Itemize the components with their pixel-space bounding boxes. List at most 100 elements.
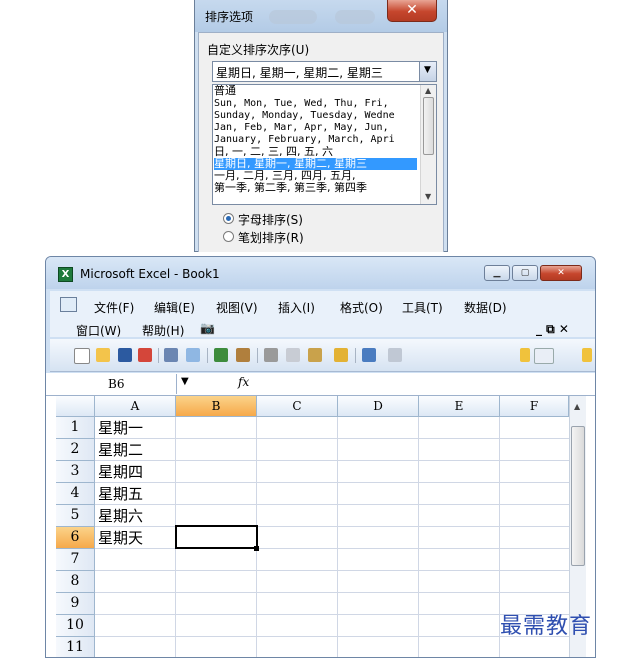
cell-a2[interactable]: 星期二	[98, 439, 143, 461]
dialog-title: 排序选项	[205, 10, 254, 24]
list-item[interactable]: 一月, 二月, 三月, 四月, 五月,	[214, 170, 417, 182]
column-header-e[interactable]: E	[419, 396, 500, 417]
gridline	[95, 570, 569, 571]
row-header[interactable]: 3	[56, 461, 95, 483]
copy-icon[interactable]	[286, 348, 300, 362]
list-item[interactable]: January, February, March, Apri	[214, 134, 417, 146]
permission-icon[interactable]	[138, 348, 152, 362]
dialog-titlebar[interactable]: 排序选项 ✕	[195, 0, 447, 32]
list-item-selected[interactable]: 星期日, 星期一, 星期二, 星期三	[214, 158, 417, 170]
row-header[interactable]: 9	[56, 593, 95, 615]
row-header[interactable]: 2	[56, 439, 95, 461]
align-center-icon[interactable]	[534, 348, 554, 364]
print-icon[interactable]	[164, 348, 178, 362]
document-window-controls[interactable]: _ ⧉ ✕	[536, 322, 569, 337]
toolbar-separator	[207, 348, 208, 363]
cell-a1[interactable]: 星期一	[98, 417, 143, 439]
redo-icon[interactable]	[388, 348, 402, 362]
format-painter-icon[interactable]	[334, 348, 348, 362]
row-header-active[interactable]: 6	[56, 527, 95, 549]
menu-insert[interactable]: 插入(I)	[278, 299, 315, 316]
list-item[interactable]: Jan, Feb, Mar, Apr, May, Jun,	[214, 122, 417, 134]
custom-lists-listbox[interactable]: 普通 Sun, Mon, Tue, Wed, Thu, Fri, Sunday,…	[212, 84, 437, 205]
row-header[interactable]: 11	[56, 637, 95, 657]
insert-function-icon[interactable]: fx	[238, 375, 249, 389]
maximize-button[interactable]: ▢	[512, 265, 538, 281]
column-header-d[interactable]: D	[338, 396, 419, 417]
gridline	[418, 417, 419, 657]
minimize-button[interactable]: ▁	[484, 265, 510, 281]
custom-order-label: 自定义排序次序(U)	[207, 43, 310, 57]
custom-order-combobox[interactable]: 星期日, 星期一, 星期二, 星期三 ▼	[212, 61, 437, 82]
list-item[interactable]: Sun, Mon, Tue, Wed, Thu, Fri,	[214, 98, 417, 110]
list-item[interactable]: 日, 一, 二, 三, 四, 五, 六	[214, 146, 417, 158]
column-header-c[interactable]: C	[257, 396, 338, 417]
chevron-down-icon: ▼	[424, 65, 431, 75]
blurred-region	[269, 10, 317, 24]
column-header-f[interactable]: F	[500, 396, 569, 417]
cell-a6[interactable]: 星期天	[98, 527, 143, 549]
menu-window[interactable]: 窗口(W)	[76, 322, 121, 339]
paste-icon[interactable]	[308, 348, 322, 362]
row-header[interactable]: 7	[56, 549, 95, 571]
menu-data[interactable]: 数据(D)	[464, 299, 507, 316]
row-header[interactable]: 5	[56, 505, 95, 527]
list-item[interactable]: 普通	[214, 85, 417, 97]
watermark-text: 最需教育	[500, 614, 593, 639]
active-cell-b6[interactable]	[175, 525, 258, 549]
new-icon[interactable]	[74, 348, 90, 364]
open-icon[interactable]	[96, 348, 110, 362]
scroll-up-icon[interactable]: ▲	[425, 86, 431, 95]
list-item[interactable]: Sunday, Monday, Tuesday, Wedne	[214, 110, 417, 122]
undo-icon[interactable]	[362, 348, 376, 362]
fill-handle[interactable]	[254, 546, 259, 551]
scroll-down-icon[interactable]: ▼	[425, 192, 431, 201]
radio-button[interactable]	[223, 231, 234, 242]
menu-help[interactable]: 帮助(H)	[142, 322, 184, 339]
cut-icon[interactable]	[264, 348, 278, 362]
combo-dropdown-button[interactable]: ▼	[419, 62, 436, 81]
chevron-down-icon[interactable]: ▼	[181, 376, 189, 387]
toolbar-options-icon[interactable]	[520, 348, 530, 362]
name-box[interactable]: B6	[56, 374, 177, 394]
cell-a3[interactable]: 星期四	[98, 461, 143, 483]
column-header-b[interactable]: B	[176, 396, 257, 417]
list-scrollbar[interactable]: ▲ ▼	[420, 85, 436, 204]
menu-tools[interactable]: 工具(T)	[402, 299, 443, 316]
scroll-up-icon[interactable]: ▲	[574, 402, 580, 411]
select-all-corner[interactable]	[56, 396, 95, 417]
radio-label: 笔划排序(R)	[238, 231, 304, 245]
sort-options-dialog: 排序选项 ✕ 自定义排序次序(U) 星期日, 星期一, 星期二, 星期三 ▼ 普…	[194, 0, 448, 252]
standard-toolbar	[50, 339, 595, 372]
cell-a5[interactable]: 星期六	[98, 505, 143, 527]
camera-icon[interactable]: 📷	[200, 321, 215, 335]
row-header[interactable]: 4	[56, 483, 95, 505]
row-header[interactable]: 10	[56, 615, 95, 637]
row-header[interactable]: 8	[56, 571, 95, 593]
close-button[interactable]: ✕	[540, 265, 582, 281]
scrollbar-thumb[interactable]	[571, 426, 585, 566]
save-icon[interactable]	[118, 348, 132, 362]
menu-edit[interactable]: 编辑(E)	[154, 299, 195, 316]
toolbar-separator	[158, 348, 159, 363]
spelling-icon[interactable]	[214, 348, 228, 362]
row-header[interactable]: 1	[56, 417, 95, 439]
excel-window: X Microsoft Excel - Book1 ▁ ▢ ✕ 文件(F) 编辑…	[45, 256, 596, 658]
dialog-close-button[interactable]: ✕	[387, 0, 437, 22]
name-box-value: B6	[108, 377, 125, 391]
list-item[interactable]: 第一季, 第二季, 第三季, 第四季	[214, 182, 417, 194]
excel-titlebar[interactable]: X Microsoft Excel - Book1 ▁ ▢ ✕	[46, 257, 595, 289]
menu-view[interactable]: 视图(V)	[216, 299, 258, 316]
document-icon[interactable]	[60, 297, 77, 312]
gridline	[95, 482, 569, 483]
toolbar-options-icon[interactable]	[582, 348, 592, 362]
print-preview-icon[interactable]	[186, 348, 200, 362]
scrollbar-thumb[interactable]	[423, 97, 434, 155]
cell-a4[interactable]: 星期五	[98, 483, 143, 505]
window-title: Microsoft Excel - Book1	[80, 267, 220, 281]
radio-button-checked[interactable]	[223, 213, 234, 224]
menu-format[interactable]: 格式(O)	[340, 299, 383, 316]
column-header-a[interactable]: A	[95, 396, 176, 417]
research-icon[interactable]	[236, 348, 250, 362]
menu-file[interactable]: 文件(F)	[94, 299, 134, 316]
